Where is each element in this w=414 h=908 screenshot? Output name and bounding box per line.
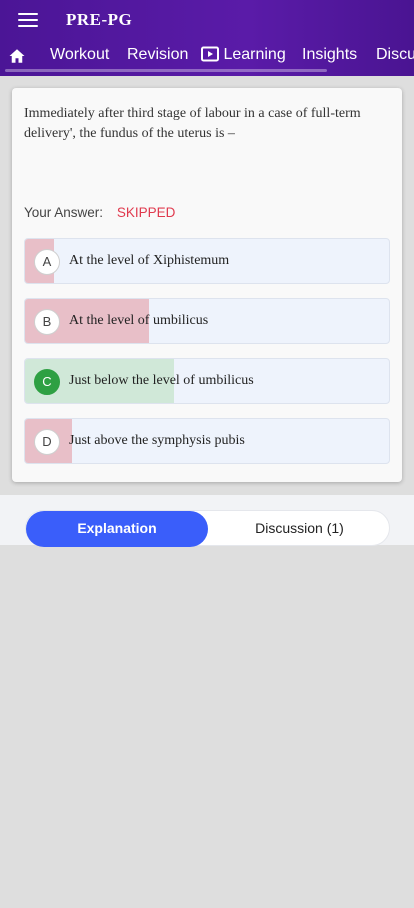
question-text: Immediately after third stage of labour … bbox=[24, 106, 361, 141]
option-text: Just above the symphysis pubis bbox=[69, 433, 245, 448]
option-text: At the level of umbilicus bbox=[69, 313, 209, 328]
tab-bar: Workout Revision Learning Insights Discu bbox=[0, 44, 414, 70]
app-title: PRE-PG bbox=[66, 10, 133, 29]
your-answer-row: Your Answer: SKIPPED bbox=[24, 205, 175, 220]
explanation-tab[interactable]: Explanation bbox=[26, 511, 208, 547]
your-answer-label: Your Answer: bbox=[24, 205, 104, 220]
option-d[interactable]: D Just above the symphysis pubis bbox=[24, 418, 390, 464]
home-tab[interactable] bbox=[8, 47, 26, 70]
tab-scroll-indicator bbox=[5, 69, 327, 72]
your-answer-value: SKIPPED bbox=[116, 205, 176, 220]
tab-discussion[interactable]: Discu bbox=[376, 46, 414, 64]
tab-workout[interactable]: Workout bbox=[50, 46, 109, 64]
option-letter: D bbox=[34, 429, 60, 455]
home-icon bbox=[9, 49, 25, 63]
tab-insights[interactable]: Insights bbox=[302, 46, 357, 64]
tab-learning[interactable]: Learning bbox=[201, 46, 286, 67]
option-text: At the level of Xiphistemum bbox=[69, 253, 230, 268]
option-letter: C bbox=[34, 369, 60, 395]
option-letter: A bbox=[34, 249, 60, 275]
tab-learning-label: Learning bbox=[223, 46, 286, 63]
bottom-panel: Explanation Discussion (1) bbox=[0, 495, 414, 547]
option-c[interactable]: C Just below the level of umbilicus bbox=[24, 358, 390, 404]
option-b[interactable]: B At the level of umbilicus bbox=[24, 298, 390, 344]
option-a[interactable]: A At the level of Xiphistemum bbox=[24, 238, 390, 284]
option-letter: B bbox=[34, 309, 60, 335]
tab-revision[interactable]: Revision bbox=[127, 46, 188, 64]
segmented-control: Explanation Discussion (1) bbox=[25, 510, 391, 547]
option-text: Just below the level of umbilicus bbox=[69, 373, 254, 388]
question-card: Immediately after third stage of labour … bbox=[12, 88, 402, 482]
discussion-tab[interactable]: Discussion (1) bbox=[208, 511, 391, 547]
play-box-icon bbox=[201, 46, 219, 67]
app-bar: PRE-PG Workout Revision Learning Insight… bbox=[0, 0, 414, 76]
menu-icon[interactable] bbox=[18, 13, 38, 29]
